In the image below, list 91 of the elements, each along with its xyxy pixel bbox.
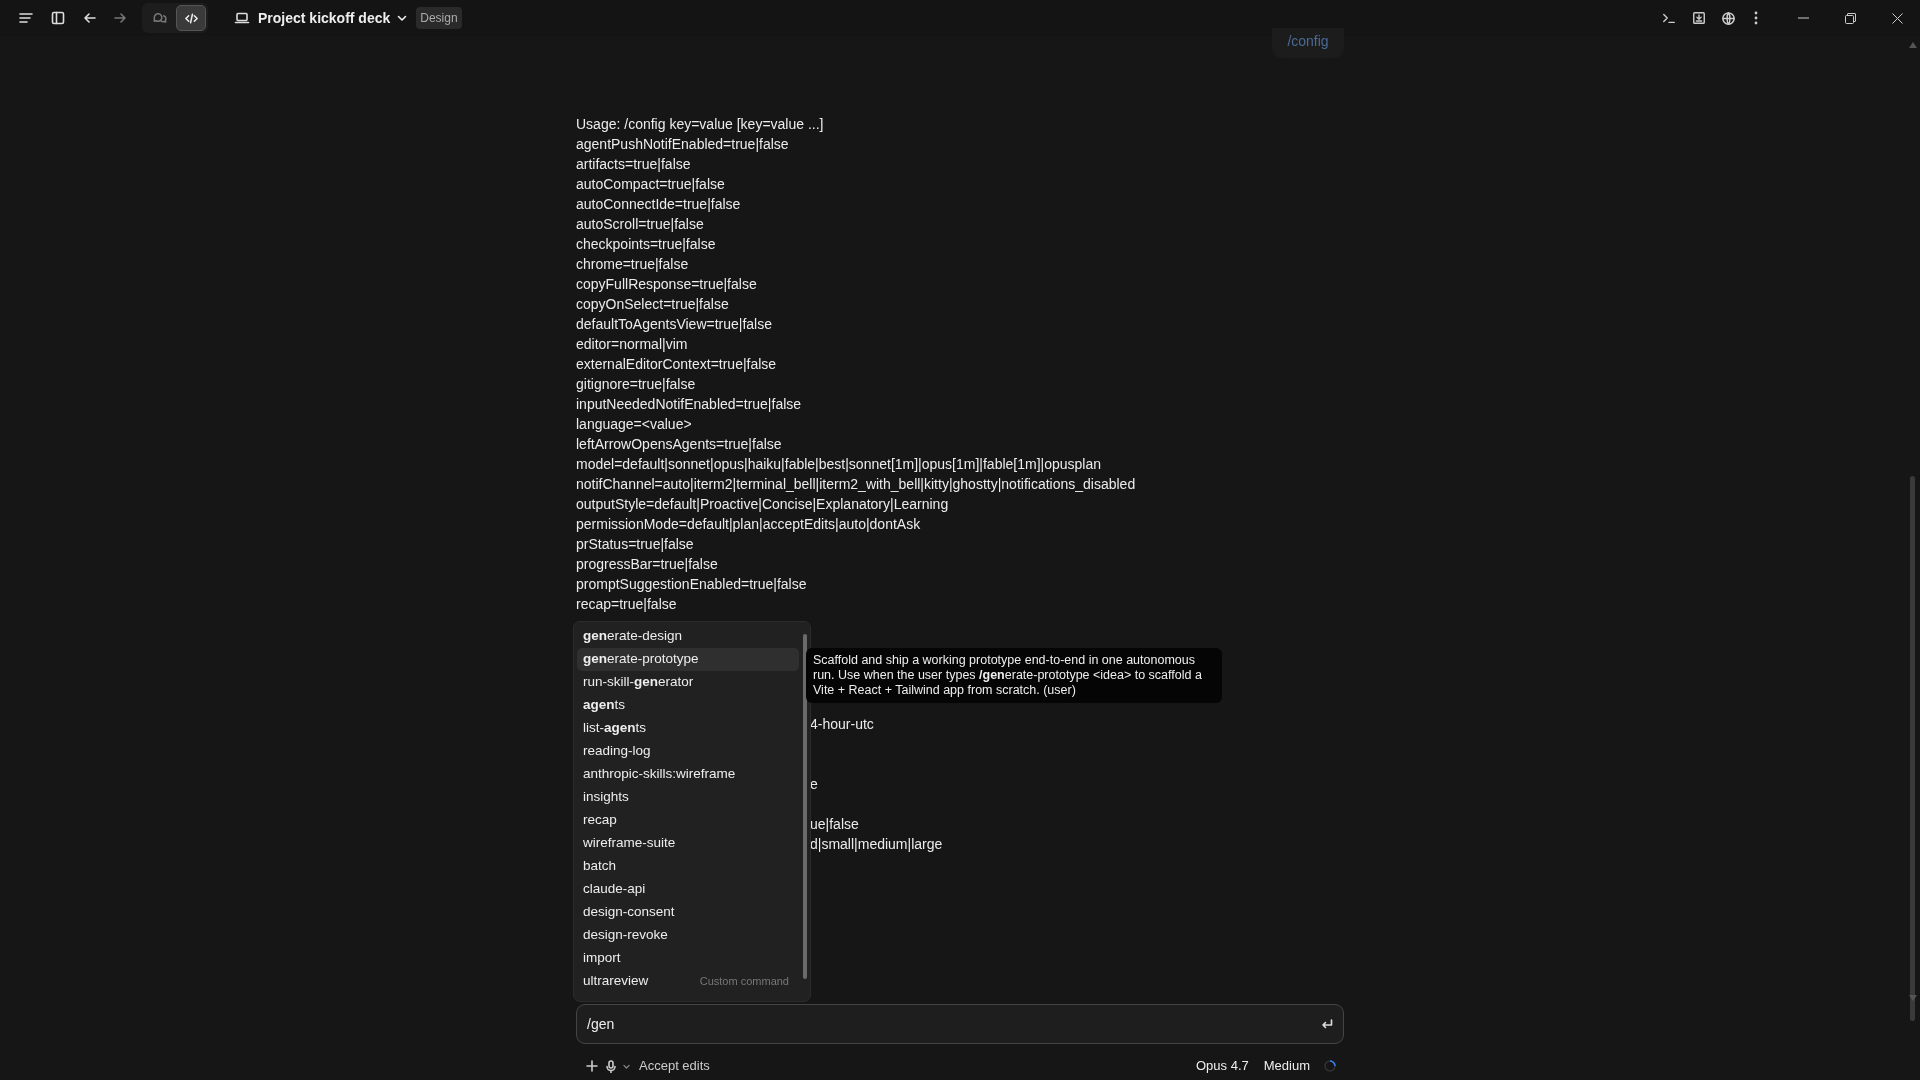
command-name: insights: [583, 788, 629, 807]
command-name: anthropic-skills:wireframe: [583, 765, 736, 784]
spinner-icon: [1324, 1060, 1336, 1072]
suggestion-item[interactable]: insights: [577, 786, 799, 809]
globe-icon[interactable]: [1721, 10, 1736, 26]
command-tooltip: Scaffold and ship a working prototype end-to-end in one autonomous run. Use when the user types /generate-prototype <idea> to scaffold a Vite + React + Tailwind app from scratch. (user): [806, 648, 1222, 703]
output-line: recap=true|false: [576, 595, 678, 614]
model-button[interactable]: Opus 4.7: [1196, 1056, 1249, 1076]
command-name: claude-api: [583, 880, 646, 899]
output-line: permissionMode=default|plan|acceptEdits|auto|dontAsk: [576, 515, 922, 534]
output-line: artifacts=true|false: [576, 155, 692, 174]
output-line: copyFullResponse=true|false: [576, 275, 758, 294]
mode-badge: Design: [416, 7, 462, 29]
suggestion-item[interactable]: import: [577, 947, 799, 970]
command-name: generate-prototype: [583, 650, 699, 669]
command-name: batch: [583, 857, 617, 876]
permission-mode-button[interactable]: Accept edits: [639, 1056, 710, 1076]
terminal-icon[interactable]: [1662, 11, 1676, 25]
code-view-tab[interactable]: [176, 5, 206, 31]
chat-bubbles-icon: [151, 10, 167, 26]
scroll-up-icon[interactable]: [1909, 42, 1917, 48]
enter-icon[interactable]: [1321, 1018, 1333, 1030]
scroll-down-icon[interactable]: [1909, 995, 1917, 1001]
output-line: progressBar=true|false: [576, 555, 719, 574]
output-line: gitignore=true|false: [576, 375, 697, 394]
user-message: /config: [1272, 28, 1344, 58]
output-line: e: [810, 775, 818, 794]
command-name: run-skill-generator: [583, 673, 694, 692]
command-name: agents: [583, 696, 626, 715]
command-name: reading-log: [583, 742, 651, 761]
suggestion-item[interactable]: agents: [577, 694, 799, 717]
output-line: promptSuggestionEnabled=true|false: [576, 575, 808, 594]
download-box-icon[interactable]: [1692, 11, 1706, 25]
suggestion-item[interactable]: design-revoke: [577, 924, 799, 947]
output-line: chrome=true|false: [576, 255, 690, 274]
plus-icon[interactable]: [586, 1060, 598, 1072]
suggestion-item[interactable]: wireframe-suite: [577, 832, 799, 855]
suggestion-item[interactable]: claude-api: [577, 878, 799, 901]
suggestion-item[interactable]: anthropic-skills:wireframe: [577, 763, 799, 786]
back-icon[interactable]: [82, 10, 98, 26]
output-line: prStatus=true|false: [576, 535, 695, 554]
output-line: leftArrowOpensAgents=true|false: [576, 435, 783, 454]
close-icon[interactable]: [1892, 12, 1903, 24]
sidebar-icon[interactable]: [50, 10, 66, 26]
suggestion-item[interactable]: list-agents: [577, 717, 799, 740]
command-name: recap: [583, 811, 617, 830]
suggestion-item[interactable]: generate-design: [577, 625, 799, 648]
effort-button[interactable]: Medium: [1263, 1056, 1310, 1076]
output-line: Usage: /config key=value [key=value ...]: [576, 115, 825, 134]
output-line: notifChannel=auto|iterm2|terminal_bell|iterm2_with_bell|kitty|ghostty|notifications_disabled: [576, 475, 1136, 494]
command-name: generate-design: [583, 627, 683, 646]
command-name: design-revoke: [583, 926, 668, 945]
command-name: list-agents: [583, 719, 647, 738]
output-line: autoConnectIde=true|false: [576, 195, 742, 214]
output-line: checkpoints=true|false: [576, 235, 717, 254]
output-line: agentPushNotifEnabled=true|false: [576, 135, 790, 154]
command-name: ultrareview: [583, 972, 649, 991]
command-name: design-consent: [583, 903, 675, 922]
output-line: ue|false: [810, 815, 859, 834]
suggestion-item[interactable]: design-consent: [577, 901, 799, 924]
laptop-icon: [234, 10, 250, 26]
suggestion-item[interactable]: recap: [577, 809, 799, 832]
output-line: d|small|medium|large: [810, 835, 943, 854]
output-line: copyOnSelect=true|false: [576, 295, 730, 314]
output-line: defaultToAgentsView=true|false: [576, 315, 773, 334]
project-menu-button[interactable]: Project kickoff deck: [258, 7, 409, 29]
command-name: wireframe-suite: [583, 834, 676, 853]
forward-icon[interactable]: [112, 10, 128, 26]
restore-icon[interactable]: [1845, 12, 1856, 24]
output-line: autoCompact=true|false: [576, 175, 726, 194]
scrollbar-thumb[interactable]: [803, 634, 807, 979]
page-scrollbar-thumb[interactable]: [1910, 476, 1915, 1021]
command-type: Custom command: [699, 974, 789, 990]
command-name: import: [583, 949, 621, 968]
output-line: externalEditorContext=true|false: [576, 355, 778, 374]
suggestion-item[interactable]: ultrareview Custom command: [577, 970, 799, 993]
more-icon[interactable]: [1754, 11, 1758, 25]
prompt-input[interactable]: /gen: [576, 1004, 1344, 1044]
output-line: autoScroll=true|false: [576, 215, 705, 234]
output-line: inputNeededNotifEnabled=true|false: [576, 395, 803, 414]
microphone-icon[interactable]: [606, 1059, 616, 1073]
suggestion-item[interactable]: batch: [577, 855, 799, 878]
output-line: model=default|sonnet|opus|haiku|fable|best|sonnet[1m]|opus[1m]|fable[1m]|opusplan: [576, 455, 1102, 474]
suggestion-item[interactable]: generate-prototype: [577, 648, 799, 671]
menu-icon[interactable]: [18, 10, 34, 26]
output-line: language=<value>: [576, 415, 693, 434]
output-line: 4-hour-utc: [810, 715, 874, 734]
suggestion-item[interactable]: reading-log: [577, 740, 799, 763]
output-line: editor=normal|vim: [576, 335, 689, 354]
suggestion-item[interactable]: run-skill-generator: [577, 671, 799, 694]
output-line: outputStyle=default|Proactive|Concise|Explanatory|Learning: [576, 495, 950, 514]
